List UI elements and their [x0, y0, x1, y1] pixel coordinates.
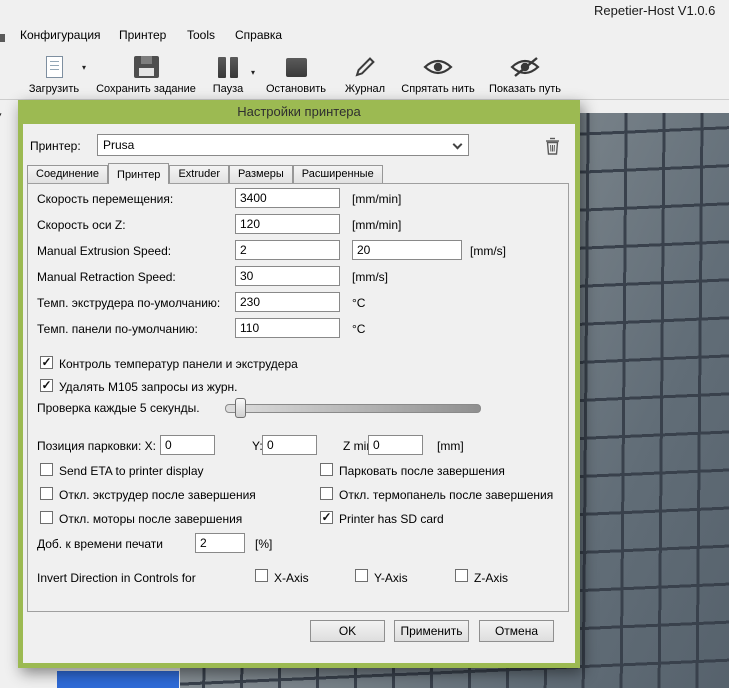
trash-icon — [545, 137, 560, 155]
settings-tabs: Соединение Принтер Extruder Размеры Расш… — [27, 162, 383, 183]
chevron-down-icon — [453, 140, 463, 150]
tab-printer[interactable]: Принтер — [108, 163, 169, 184]
tab-extruder[interactable]: Extruder — [169, 165, 229, 183]
bottom-blue-strip — [57, 671, 179, 688]
disable-motors-checkbox[interactable] — [40, 511, 53, 524]
send-eta-checkbox[interactable] — [40, 463, 53, 476]
hide-filament-eye-icon — [423, 57, 453, 77]
log-button[interactable]: Журнал — [336, 52, 394, 98]
dialog-content: Принтер: Prusa Соединение Принтер Extru — [23, 124, 575, 663]
printer-label: Принтер: — [30, 139, 81, 153]
invert-z-checkbox[interactable] — [455, 569, 468, 582]
disable-bed-checkbox[interactable] — [320, 487, 333, 500]
pause-button[interactable]: ▾ Пауза — [198, 52, 258, 98]
menu-tools[interactable]: Tools — [187, 28, 215, 42]
menu-printer[interactable]: Принтер — [119, 28, 166, 42]
load-dropdown-arrow-icon[interactable]: ▾ — [82, 63, 86, 72]
save-job-button[interactable]: Сохранить задание — [96, 52, 196, 98]
dialog-title: Настройки принтера — [18, 100, 580, 124]
clipped-menu-icon — [0, 34, 5, 42]
show-travel-eye-slash-icon — [510, 57, 540, 77]
cancel-button[interactable]: Отмена — [479, 620, 554, 642]
apply-button[interactable]: Применить — [394, 620, 469, 642]
tab-panel — [27, 183, 569, 612]
tab-dimensions[interactable]: Размеры — [229, 165, 293, 183]
pause-button-label: Пауза — [198, 83, 258, 95]
sd-card-checkbox[interactable]: ✓ — [320, 511, 333, 524]
disable-extruder-checkbox[interactable] — [40, 487, 53, 500]
show-travel-button-label: Показать путь — [482, 83, 568, 95]
tab-connection[interactable]: Соединение — [27, 165, 108, 183]
pause-dropdown-arrow-icon[interactable]: ▾ — [251, 68, 255, 77]
ok-button[interactable]: OK — [310, 620, 385, 642]
stop-button[interactable]: Остановить — [258, 52, 334, 98]
stop-button-label: Остановить — [258, 83, 334, 95]
repetier-host-window: Repetier-Host V1.0.6 Конфигурация Принте… — [0, 0, 729, 688]
window-title: Repetier-Host V1.0.6 — [594, 3, 715, 18]
stop-icon — [286, 58, 307, 77]
printer-settings-dialog: Настройки принтера Принтер: Prusa Соедин… — [18, 100, 580, 668]
delete-printer-button[interactable] — [542, 136, 562, 156]
hide-filament-button-label: Спрятать нить — [396, 83, 480, 95]
clipped-dropdown-icon[interactable]: ▾ — [0, 110, 2, 121]
log-pencil-icon — [353, 55, 377, 79]
load-button-label: Загрузить — [14, 83, 94, 95]
log-button-label: Журнал — [336, 83, 394, 95]
menu-help[interactable]: Справка — [235, 28, 282, 42]
load-button[interactable]: ▾ Загрузить — [14, 52, 94, 98]
park-after-job-checkbox[interactable] — [320, 463, 333, 476]
printer-select-value: Prusa — [103, 138, 134, 152]
tab-advanced[interactable]: Расширенные — [293, 165, 383, 183]
hide-filament-button[interactable]: Спрятать нить — [396, 52, 480, 98]
temp-watch-checkbox[interactable]: ✓ — [40, 356, 53, 369]
save-job-button-label: Сохранить задание — [96, 83, 196, 95]
open-file-icon — [46, 56, 63, 78]
main-toolbar: ▾ ▾ Загрузить Сохранить задание ▾ Пауза … — [0, 48, 729, 100]
invert-x-checkbox[interactable] — [255, 569, 268, 582]
check-interval-slider-track[interactable] — [225, 404, 481, 413]
check-interval-slider-thumb[interactable] — [235, 398, 246, 418]
menu-configuration[interactable]: Конфигурация — [20, 28, 101, 42]
remove-m105-checkbox[interactable]: ✓ — [40, 379, 53, 392]
printer-select[interactable]: Prusa — [97, 134, 469, 156]
save-job-icon — [134, 56, 159, 78]
show-travel-button[interactable]: Показать путь — [482, 52, 568, 98]
invert-y-checkbox[interactable] — [355, 569, 368, 582]
pause-icon — [218, 57, 238, 78]
menu-bar: Конфигурация Принтер Tools Справка — [0, 26, 729, 48]
